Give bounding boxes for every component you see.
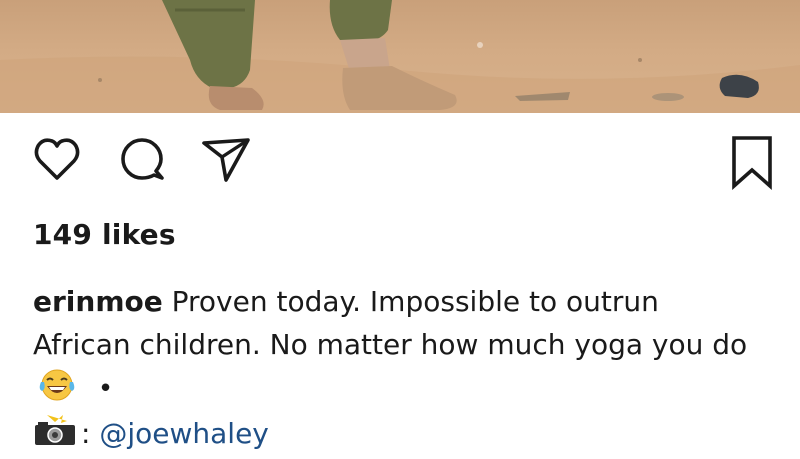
credit-mention-link[interactable]: @joewhaley bbox=[99, 417, 269, 450]
tears-of-joy-emoji bbox=[37, 367, 77, 415]
post-photo[interactable] bbox=[0, 0, 800, 113]
photo-scene bbox=[0, 0, 800, 113]
comment-icon[interactable] bbox=[117, 134, 167, 188]
caption-separator: • bbox=[97, 374, 114, 404]
caption-username[interactable]: erinmoe bbox=[33, 285, 163, 318]
photo-credit: : @joewhaley bbox=[33, 412, 269, 455]
camera-flash-icon bbox=[33, 413, 77, 459]
action-bar bbox=[0, 128, 800, 198]
bookmark-icon[interactable] bbox=[728, 134, 776, 194]
credit-colon: : bbox=[81, 417, 91, 450]
heart-icon[interactable] bbox=[32, 134, 82, 188]
likes-count[interactable]: 149 likes bbox=[33, 218, 176, 251]
send-icon[interactable] bbox=[200, 134, 252, 188]
post-caption: erinmoe Proven today. Impossible to outr… bbox=[33, 280, 753, 415]
